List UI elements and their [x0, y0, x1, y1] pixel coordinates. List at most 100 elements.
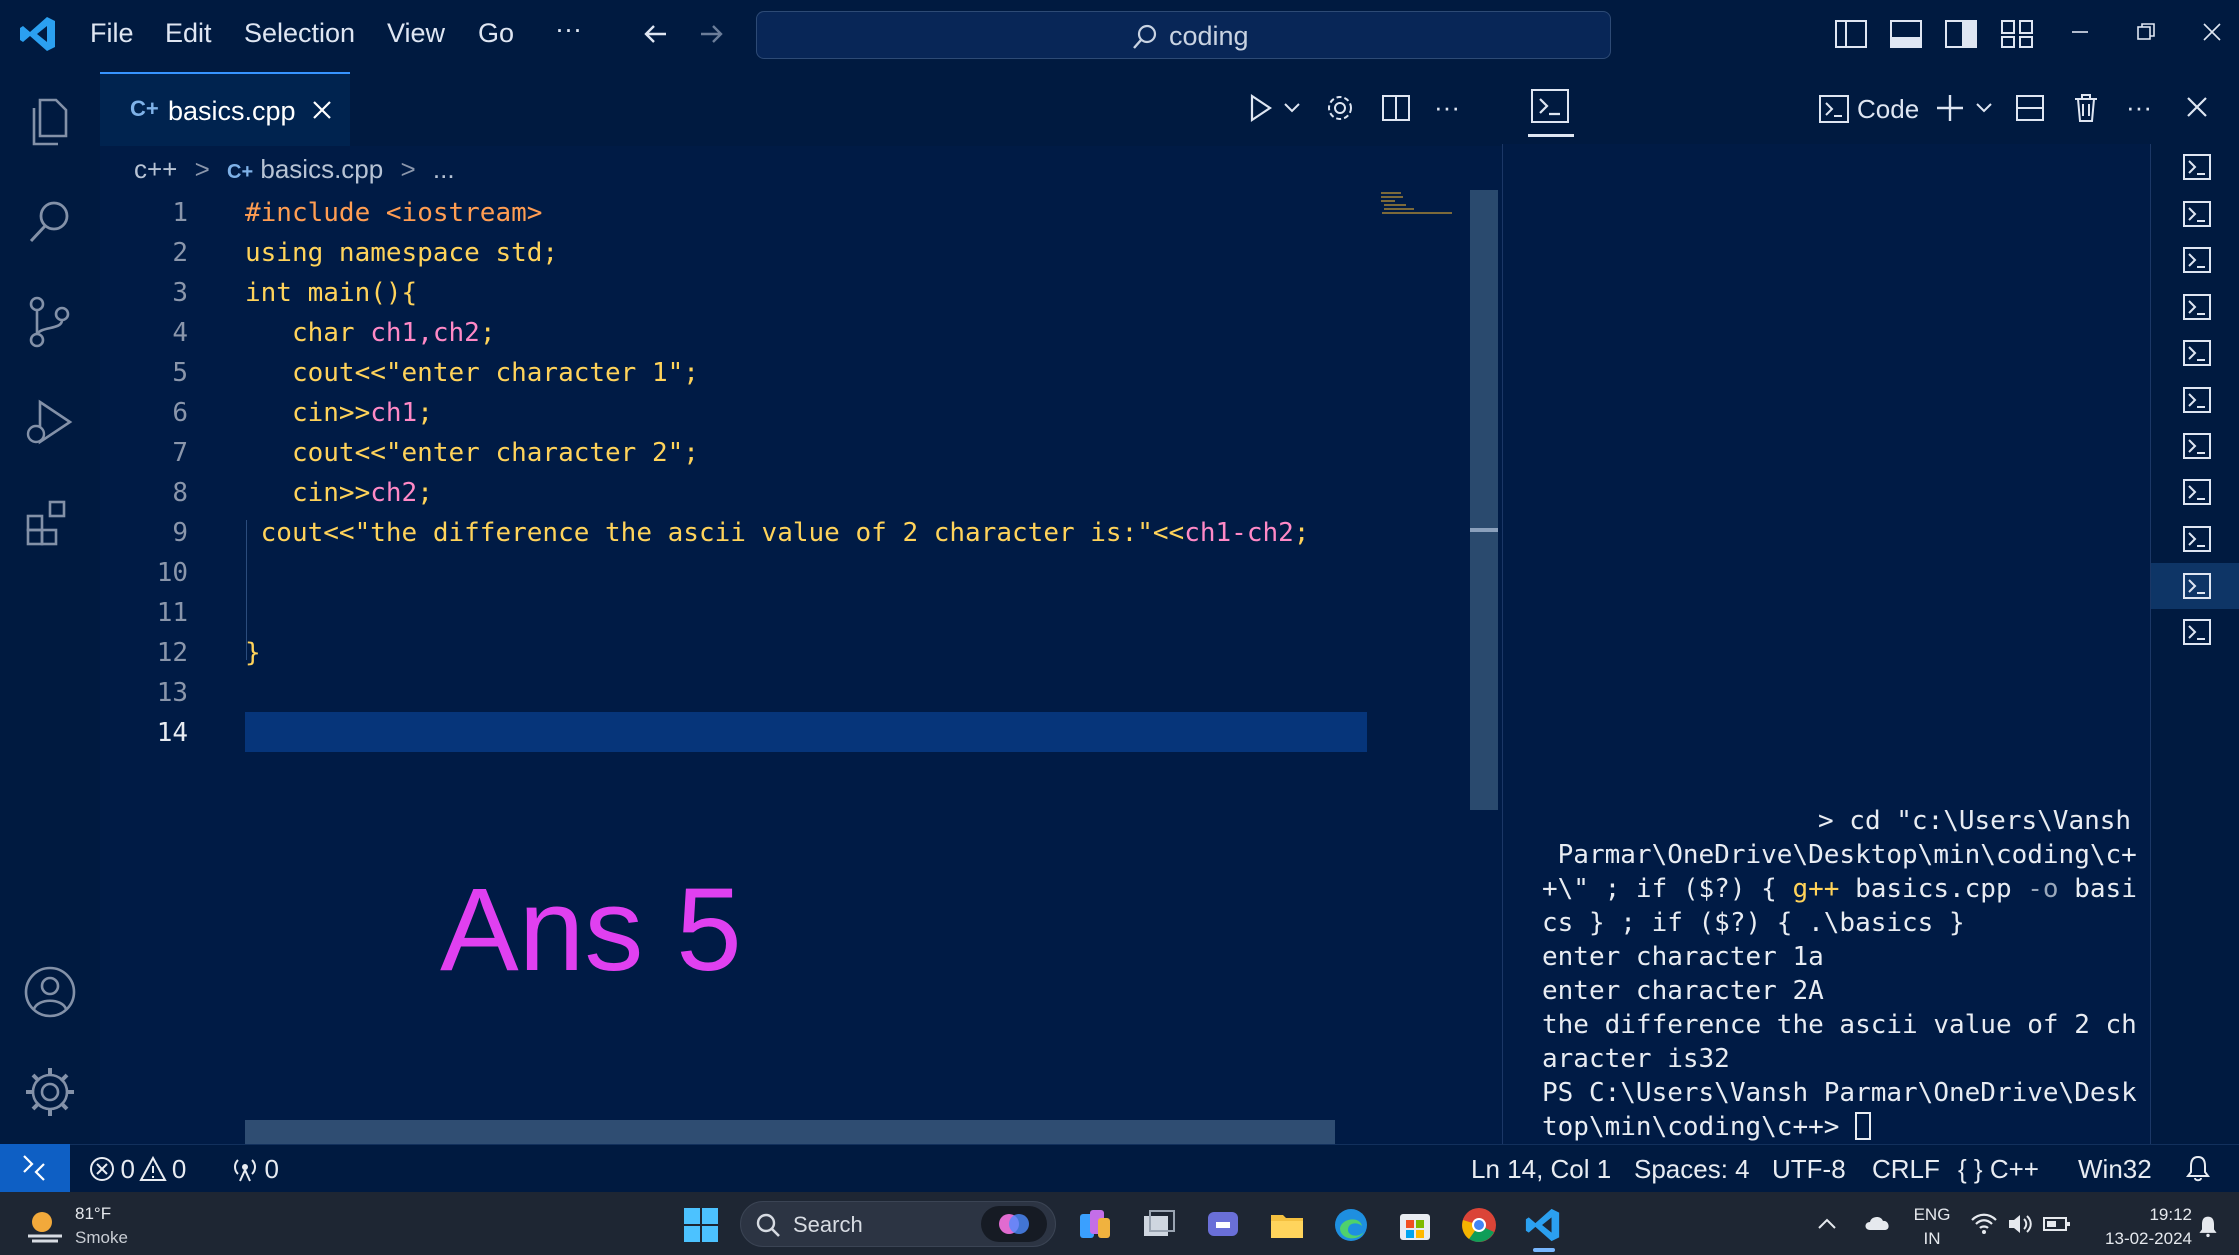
close-panel-icon[interactable]: [2184, 94, 2210, 120]
windows-start-icon[interactable]: [682, 1206, 720, 1244]
breadcrumb-file[interactable]: basics.cpp: [260, 154, 383, 184]
terminal-prompt-line[interactable]: top\min\coding\c++>: [1542, 1112, 1872, 1142]
code-line[interactable]: char ch1,ch2;: [245, 318, 496, 348]
code-line[interactable]: cin>>ch1;: [245, 398, 433, 428]
teams-chat-icon[interactable]: [1204, 1206, 1242, 1244]
toggle-secondary-sidebar-icon[interactable]: [1944, 18, 1978, 50]
ports-status[interactable]: 0: [230, 1154, 279, 1185]
settings-gear-icon[interactable]: [22, 1064, 78, 1120]
terminal-instance-icon[interactable]: [2182, 153, 2212, 181]
code-line[interactable]: int main(){: [245, 278, 417, 308]
run-dropdown-chevron-icon[interactable]: [1282, 100, 1302, 116]
weather-icon[interactable]: [24, 1206, 66, 1244]
battery-icon[interactable]: [2042, 1214, 2072, 1234]
menu-view[interactable]: View: [387, 18, 445, 49]
terminal-instance-icon[interactable]: [2182, 618, 2212, 646]
menu-edit[interactable]: Edit: [165, 18, 212, 49]
account-icon[interactable]: [22, 964, 78, 1020]
terminal-instance-icon[interactable]: [2182, 293, 2212, 321]
editor-more-actions-icon[interactable]: ···: [1434, 92, 1460, 123]
line-number: 5: [172, 358, 188, 388]
code-line[interactable]: cout<<"enter character 1";: [245, 358, 699, 388]
tab-basics-cpp[interactable]: C+ basics.cpp: [100, 72, 350, 146]
indentation[interactable]: Spaces: 4: [1634, 1154, 1750, 1185]
customize-layout-icon[interactable]: [2000, 18, 2034, 50]
terminal-tab-icon[interactable]: [1530, 88, 1570, 124]
run-debug-icon[interactable]: [22, 394, 78, 450]
explorer-icon[interactable]: [22, 94, 78, 150]
menu-go[interactable]: Go: [478, 18, 514, 49]
notification-center-bell-icon[interactable]: [2196, 1214, 2220, 1238]
edge-browser-icon[interactable]: [1332, 1206, 1370, 1244]
code-line[interactable]: cout<<"enter character 2";: [245, 438, 699, 468]
terminal-name[interactable]: Code: [1857, 94, 1919, 125]
terminal-instance-icon[interactable]: [2182, 432, 2212, 460]
menu-file[interactable]: File: [90, 18, 134, 49]
language-mode[interactable]: { } C++: [1958, 1154, 2039, 1185]
breadcrumb-ellipsis[interactable]: ...: [433, 154, 455, 184]
forward-arrow-icon[interactable]: [695, 18, 727, 50]
notifications-bell-icon[interactable]: [2184, 1154, 2212, 1182]
code-line[interactable]: }: [245, 638, 261, 668]
toggle-panel-icon[interactable]: [1889, 18, 1923, 50]
vscode-taskbar-icon[interactable]: [1524, 1206, 1562, 1244]
new-terminal-plus-icon[interactable]: [1934, 92, 1966, 124]
restore-icon[interactable]: [2134, 20, 2158, 44]
back-arrow-icon[interactable]: [640, 18, 672, 50]
close-window-icon[interactable]: [2200, 20, 2224, 44]
terminal-instance-icon[interactable]: [2182, 339, 2212, 367]
toggle-primary-sidebar-icon[interactable]: [1834, 18, 1868, 50]
file-explorer-icon[interactable]: [1268, 1206, 1306, 1244]
terminal-instance-icon[interactable]: [2182, 200, 2212, 228]
input-language-line-2[interactable]: IN: [1912, 1229, 1952, 1249]
minimap[interactable]: [1370, 190, 1460, 1150]
code-line[interactable]: using namespace std;: [245, 238, 558, 268]
code-line[interactable]: cout<<"the difference the ascii value of…: [245, 518, 1310, 548]
panel-more-actions-icon[interactable]: ···: [2126, 92, 2152, 123]
extensions-icon[interactable]: [22, 494, 78, 550]
end-of-line[interactable]: CRLF: [1872, 1154, 1940, 1185]
terminal-instance-icon[interactable]: [2182, 478, 2212, 506]
cursor-position[interactable]: Ln 14, Col 1: [1471, 1154, 1611, 1185]
errors-warnings-status[interactable]: 0 0: [88, 1154, 186, 1185]
terminal-instance-icon[interactable]: [2182, 246, 2212, 274]
copilot-app-icon[interactable]: [1076, 1206, 1114, 1244]
close-tab-icon[interactable]: [310, 98, 334, 122]
chrome-browser-icon[interactable]: [1460, 1206, 1498, 1244]
split-editor-icon[interactable]: [1380, 92, 1412, 124]
split-terminal-icon[interactable]: [2014, 92, 2046, 124]
wifi-icon[interactable]: [1970, 1212, 1998, 1236]
menu-selection[interactable]: Selection: [244, 18, 355, 49]
terminal-dropdown-chevron-icon[interactable]: [1974, 100, 1994, 116]
command-center-search[interactable]: coding: [756, 11, 1611, 59]
volume-icon[interactable]: [2006, 1212, 2034, 1236]
editor-area[interactable]: [100, 72, 1502, 1144]
show-hidden-icons-chevron-icon[interactable]: [1816, 1214, 1838, 1234]
terminal-profile-icon[interactable]: [1818, 94, 1850, 124]
terminal-instance-icon[interactable]: [2182, 386, 2212, 414]
microsoft-store-icon[interactable]: [1396, 1206, 1434, 1244]
file-encoding[interactable]: UTF-8: [1772, 1154, 1846, 1185]
remote-indicator[interactable]: [0, 1144, 70, 1192]
clock-date[interactable]: 13-02-2024: [2086, 1229, 2192, 1249]
platform-config[interactable]: Win32: [2078, 1154, 2152, 1185]
code-line[interactable]: #include <iostream>: [245, 198, 542, 228]
code-line[interactable]: cin>>ch2;: [245, 478, 433, 508]
terminal-instance-icon[interactable]: [2182, 572, 2212, 600]
input-language-line-1[interactable]: ENG: [1912, 1205, 1952, 1225]
terminal-instance-icon[interactable]: [2182, 525, 2212, 553]
menu-more[interactable]: ···: [555, 14, 582, 45]
clock-time[interactable]: 19:12: [2086, 1205, 2192, 1225]
search-activity-icon[interactable]: [22, 194, 78, 250]
horizontal-scrollbar[interactable]: [245, 1120, 1335, 1144]
run-code-icon[interactable]: [1244, 92, 1276, 124]
breadcrumb-folder[interactable]: c++: [134, 154, 177, 184]
gear-icon[interactable]: [1324, 92, 1356, 124]
kill-terminal-trash-icon[interactable]: [2070, 92, 2102, 124]
task-view-icon[interactable]: [1140, 1206, 1178, 1244]
minimize-icon[interactable]: [2068, 20, 2092, 44]
taskbar-search[interactable]: Search: [740, 1201, 1056, 1247]
onedrive-cloud-icon[interactable]: [1862, 1212, 1892, 1234]
source-control-icon[interactable]: [22, 294, 78, 350]
vertical-scrollbar[interactable]: [1470, 190, 1498, 810]
